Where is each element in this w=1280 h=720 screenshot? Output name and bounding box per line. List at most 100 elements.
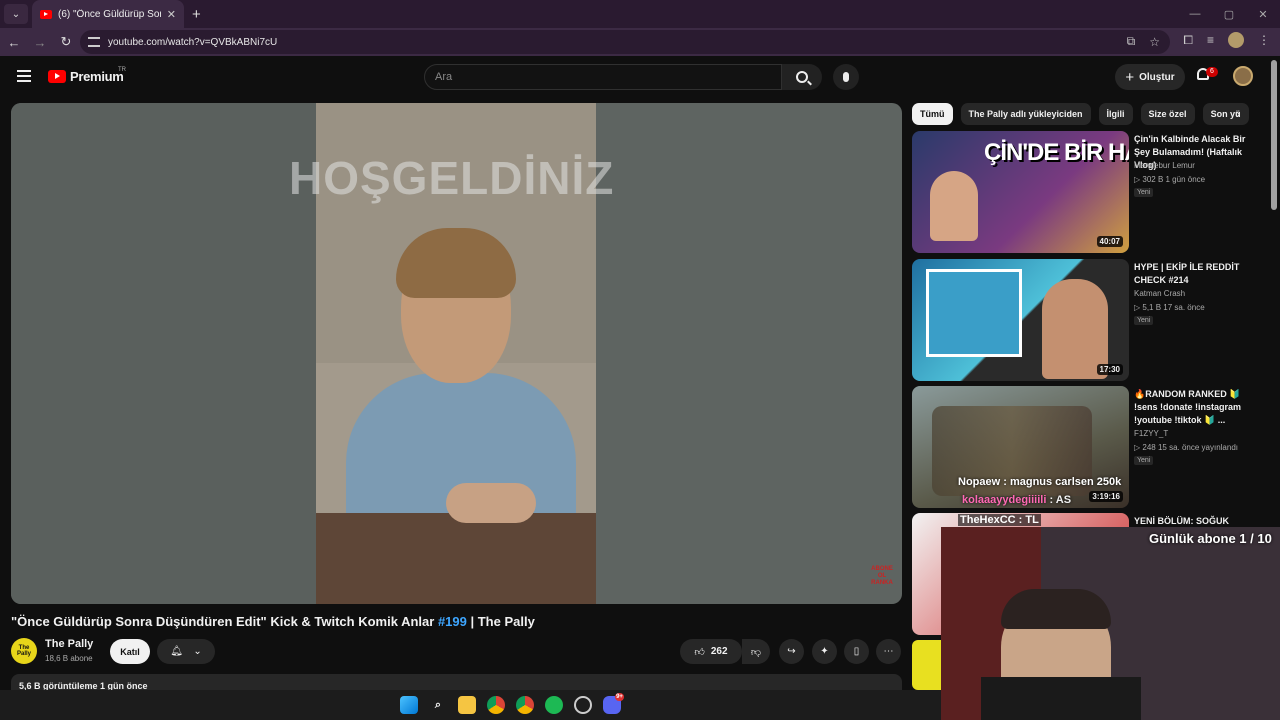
plus-icon: + xyxy=(1125,68,1135,86)
webcam-overlay xyxy=(941,527,1280,720)
video-table xyxy=(316,513,596,604)
dislike-button[interactable]: 👎︎ xyxy=(742,639,770,664)
video-player[interactable]: HOŞGELDİNİZ ABONE OL RANKA xyxy=(11,103,902,604)
chip-from-uploader[interactable]: The Pally adlı yükleyiciden xyxy=(960,103,1091,125)
browser-menu-icon[interactable]: ⋮ xyxy=(1258,33,1270,47)
chip-for-you[interactable]: Size özel xyxy=(1140,103,1195,125)
close-window-icon[interactable]: ✕ xyxy=(1246,8,1280,21)
recommendation-item[interactable]: 3:19:16 🔥RANDOM RANKED 🔰 !sens !donate !… xyxy=(912,386,1257,508)
video-overlay-text: HOŞGELDİNİZ xyxy=(289,152,615,204)
chrome-icon[interactable] xyxy=(487,696,505,714)
recommendation-channel[interactable]: F1ZYY_T xyxy=(1134,429,1168,438)
join-button[interactable]: Katıl xyxy=(110,639,150,664)
chat-message: TheHexCC : TL xyxy=(958,514,1041,526)
address-bar-row: ← → ↻ youtube.com/watch?v=QVBkABNi7cU ⧉ … xyxy=(0,28,1280,56)
forward-icon[interactable]: → xyxy=(28,35,52,50)
windows-taskbar: ⌕ 9+ xyxy=(0,690,941,720)
youtube-logo[interactable]: Premium xyxy=(48,69,124,84)
like-button[interactable]: 👍︎ 262 xyxy=(680,639,742,664)
recommendation-item[interactable]: ÇİN'DE BİR HAFTA 40:07 Çin'in Kalbinde A… xyxy=(912,131,1257,253)
chip-all[interactable]: Tümü xyxy=(912,103,953,125)
more-actions-button[interactable]: ⋯ xyxy=(876,639,901,664)
sparkle-icon: ✦ xyxy=(820,646,829,657)
chip-recent[interactable]: Son yü xyxy=(1202,103,1249,125)
recommendation-item[interactable]: 17:30 HYPE | EKİP İLE REDDİT CHECK #214 … xyxy=(912,259,1257,381)
more-icon: ⋯ xyxy=(883,646,894,657)
browser-tab[interactable]: (6) "Önce Güldürüp Sonra Düşü ✕ xyxy=(32,0,184,28)
title-main: "Önce Güldürüp Sonra Düşündüren Edit" Ki… xyxy=(11,614,435,629)
video-duration: 40:07 xyxy=(1096,236,1123,247)
cast-icon[interactable]: ⧉ xyxy=(1127,34,1136,49)
channel-avatar[interactable]: The Pally xyxy=(11,638,37,664)
region-code: TR xyxy=(118,67,126,73)
thumbs-down-icon: 👎︎ xyxy=(750,646,762,658)
streamer-hair xyxy=(1001,589,1111,629)
search-icon[interactable]: ⌕ xyxy=(429,696,447,714)
share-button[interactable]: ↪ xyxy=(779,639,804,664)
channel-name[interactable]: The Pally xyxy=(45,638,93,650)
notification-badge: 6 xyxy=(1206,67,1218,77)
spotify-icon[interactable] xyxy=(545,696,563,714)
bookmark-star-icon[interactable]: ☆ xyxy=(1149,35,1160,49)
reload-icon[interactable]: ↻ xyxy=(54,34,78,50)
tab-title: (6) "Önce Güldürüp Sonra Düşü xyxy=(58,8,161,20)
recommendation-meta: ▷ 248 15 sa. önce yayınlandı xyxy=(1134,443,1238,452)
windows-start-icon[interactable] xyxy=(400,696,418,714)
close-tab-icon[interactable]: ✕ xyxy=(167,8,176,21)
thumbs-up-icon: 👍︎ xyxy=(694,646,705,658)
search-button[interactable] xyxy=(782,64,822,90)
user-avatar[interactable] xyxy=(1233,66,1253,86)
recommendation-thumbnail[interactable] xyxy=(912,640,942,690)
page-scrollbar[interactable] xyxy=(1271,60,1277,210)
recommendation-title[interactable]: 🔥RANDOM RANKED 🔰 !sens !donate !instagra… xyxy=(1134,388,1259,427)
recommendation-channel[interactable]: Katman Crash xyxy=(1134,289,1185,298)
voice-search-button[interactable] xyxy=(833,64,859,90)
file-explorer-icon[interactable] xyxy=(458,696,476,714)
youtube-favicon-icon xyxy=(40,9,52,19)
like-count: 262 xyxy=(710,646,728,657)
new-badge: Yeni xyxy=(1134,316,1154,325)
subscribe-watermark: ABONE OL RANKA xyxy=(871,566,893,586)
reading-list-icon[interactable]: ≡ xyxy=(1207,33,1214,47)
url-field[interactable]: youtube.com/watch?v=QVBkABNi7cU ⧉ ☆ xyxy=(80,30,1170,54)
extensions-icon[interactable]: ⧠ xyxy=(1183,33,1193,48)
youtube-logo-icon xyxy=(48,70,66,83)
video-title: "Önce Güldürüp Sonra Düşündüren Edit" Ki… xyxy=(11,614,535,629)
hamburger-menu-icon[interactable] xyxy=(17,70,31,82)
new-tab-button[interactable]: + xyxy=(192,6,201,23)
bell-icon: 🔔︎ xyxy=(170,646,183,657)
discord-icon[interactable]: 9+ xyxy=(603,693,624,714)
create-label: Oluştur xyxy=(1139,71,1175,83)
save-button[interactable]: ▯ xyxy=(844,639,869,664)
youtube-header: Premium TR Ara + Oluştur 6 xyxy=(0,56,1280,98)
maximize-icon[interactable]: ▢ xyxy=(1212,8,1246,21)
chat-username: kolaaayydegiiiili xyxy=(962,494,1047,506)
back-icon[interactable]: ← xyxy=(2,35,26,50)
video-background-left xyxy=(11,103,316,604)
chevron-right-icon[interactable]: › xyxy=(1236,106,1240,121)
title-hashtag[interactable]: #199 xyxy=(438,614,467,629)
recommendation-channel[interactable]: Mendebur Lemur xyxy=(1134,161,1195,170)
channel-avatar-text: The Pally xyxy=(16,645,31,657)
profile-avatar[interactable] xyxy=(1228,32,1244,48)
recommendation-meta: ▷ 5,1 B 17 sa. önce xyxy=(1134,303,1205,312)
ask-ai-button[interactable]: ✦ xyxy=(812,639,837,664)
omnibox-actions: ⧉ ☆ xyxy=(1127,34,1160,49)
subscription-bell-button[interactable]: 🔔︎ ⌄ xyxy=(157,639,215,664)
recommendation-thumbnail[interactable]: 17:30 xyxy=(912,259,1129,381)
chip-related[interactable]: İlgili xyxy=(1098,103,1133,125)
create-button[interactable]: + Oluştur xyxy=(1115,64,1185,90)
minimize-icon[interactable]: — xyxy=(1178,8,1212,20)
site-info-icon[interactable] xyxy=(88,37,100,47)
app-icon[interactable] xyxy=(574,696,592,714)
search-placeholder: Ara xyxy=(435,71,453,83)
recommendation-title[interactable]: HYPE | EKİP İLE REDDİT CHECK #214 xyxy=(1134,261,1259,287)
search-input[interactable]: Ara xyxy=(424,64,782,90)
recommendation-thumbnail[interactable]: 3:19:16 xyxy=(912,386,1129,508)
share-icon: ↪ xyxy=(787,646,796,657)
chat-message: kolaaayydegiiiili : AS xyxy=(962,494,1071,506)
recommendation-thumbnail[interactable]: ÇİN'DE BİR HAFTA 40:07 xyxy=(912,131,1129,253)
filter-chips: Tümü The Pally adlı yükleyiciden İlgili … xyxy=(912,103,1257,125)
chrome-profile-icon[interactable] xyxy=(516,696,534,714)
tab-search-button[interactable]: ⌄ xyxy=(4,4,28,24)
